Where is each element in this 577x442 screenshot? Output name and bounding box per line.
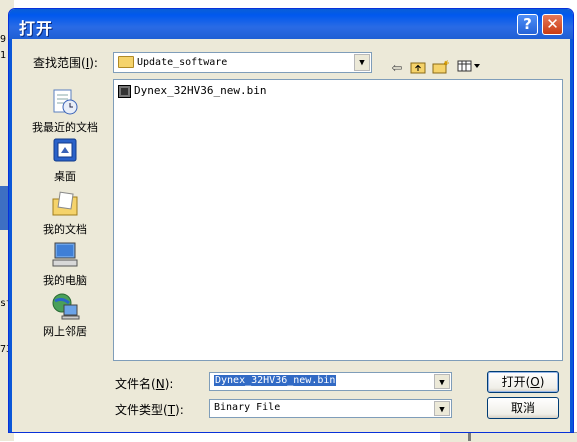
filetype-dropdown[interactable]: Binary File ▼ — [209, 399, 452, 418]
filetype-value: Binary File — [214, 402, 281, 413]
place-my-documents[interactable]: 我的文档 — [22, 189, 108, 237]
window-frame — [570, 39, 573, 432]
folder-icon — [118, 56, 134, 68]
dialog-title: 打开 — [19, 19, 54, 38]
up-folder-icon[interactable] — [409, 60, 427, 78]
place-label: 我最近的文档 — [32, 121, 98, 134]
window-frame — [9, 39, 12, 432]
file-list[interactable]: Dynex_32HV36_new.bin — [113, 79, 563, 361]
help-button[interactable]: ? — [517, 14, 538, 35]
place-label: 网上邻居 — [43, 325, 87, 338]
my-documents-icon — [50, 189, 80, 219]
lookin-value: Update_software — [137, 57, 228, 68]
view-menu-icon[interactable] — [456, 60, 482, 78]
back-arrow-icon[interactable]: ⇦ — [388, 60, 406, 78]
my-computer-icon — [50, 240, 80, 270]
place-label: 桌面 — [54, 170, 76, 183]
place-label: 我的文档 — [43, 223, 87, 236]
desktop-icon — [50, 136, 80, 166]
new-folder-icon[interactable] — [432, 60, 450, 78]
place-desktop[interactable]: 桌面 — [22, 136, 108, 184]
filename-label: 文件名(N): — [115, 377, 174, 391]
title-bar[interactable]: 打开 ? ✕ — [9, 9, 573, 39]
network-places-icon — [50, 291, 80, 321]
filetype-label: 文件类型(T): — [115, 403, 184, 417]
chevron-down-icon[interactable]: ▼ — [354, 54, 370, 71]
chevron-down-icon[interactable]: ▼ — [434, 374, 450, 389]
recent-documents-icon — [50, 87, 80, 117]
place-my-computer[interactable]: 我的电脑 — [22, 240, 108, 288]
open-button[interactable]: 打开(O) — [487, 371, 559, 393]
lookin-dropdown[interactable]: Update_software ▼ — [113, 52, 372, 73]
chevron-down-icon[interactable]: ▼ — [434, 401, 450, 416]
background-scroll-edge — [468, 432, 471, 441]
places-bar: 我最近的文档 桌面 我的文档 我的电脑 网上邻居 — [22, 79, 108, 361]
chip-file-icon — [118, 84, 131, 98]
place-network[interactable]: 网上邻居 — [22, 291, 108, 339]
close-button[interactable]: ✕ — [542, 14, 563, 35]
filename-input[interactable]: Dynex_32HV36_new.bin ▼ — [209, 372, 452, 391]
open-file-dialog: 打开 ? ✕ 查找范围(I): Update_software ▼ ⇦ 我最近的… — [8, 8, 574, 433]
file-name: Dynex_32HV36_new.bin — [134, 84, 267, 97]
place-recent[interactable]: 我最近的文档 — [22, 87, 108, 135]
filename-value: Dynex_32HV36_new.bin — [214, 375, 337, 386]
cancel-button[interactable]: 取消 — [487, 397, 559, 419]
list-item[interactable]: Dynex_32HV36_new.bin — [118, 84, 266, 98]
lookin-label: 查找范围(I): — [33, 56, 98, 70]
place-label: 我的电脑 — [43, 274, 87, 287]
